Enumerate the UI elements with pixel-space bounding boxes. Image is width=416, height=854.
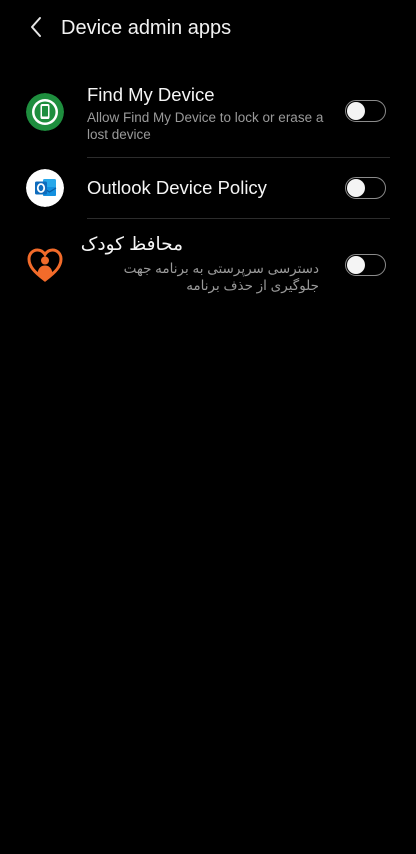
app-name: Outlook Device Policy xyxy=(87,177,267,198)
toggle-knob xyxy=(347,255,365,274)
top-app-bar: Device admin apps xyxy=(0,0,416,56)
child-guardian-icon xyxy=(26,246,64,284)
outlook-icon xyxy=(26,169,64,207)
child-guardian-toggle[interactable] xyxy=(345,254,386,276)
page-title: Device admin apps xyxy=(61,17,232,39)
app-description: Allow Find My Device to lock or erase a … xyxy=(87,110,324,142)
outlook-device-policy-toggle[interactable] xyxy=(345,177,386,199)
app-description: دسترسی سرپرستی به برنامه جهت جلوگیری از … xyxy=(123,261,319,293)
toggle-knob xyxy=(347,178,365,197)
back-button[interactable] xyxy=(22,13,50,41)
list-item-find-my-device[interactable]: Find My Device Allow Find My Device to l… xyxy=(0,76,416,156)
list-item-child-guardian[interactable]: محافظ کودک دسترسی سرپرستی به برنامه جهت … xyxy=(0,219,416,309)
app-name: Find My Device xyxy=(87,84,215,105)
toggle-knob xyxy=(347,101,365,120)
list-item-outlook-device-policy[interactable]: Outlook Device Policy xyxy=(0,158,416,218)
find-my-device-icon xyxy=(26,93,64,131)
app-name: محافظ کودک xyxy=(80,233,183,254)
find-my-device-toggle[interactable] xyxy=(345,100,386,122)
chevron-left-icon xyxy=(31,17,41,37)
